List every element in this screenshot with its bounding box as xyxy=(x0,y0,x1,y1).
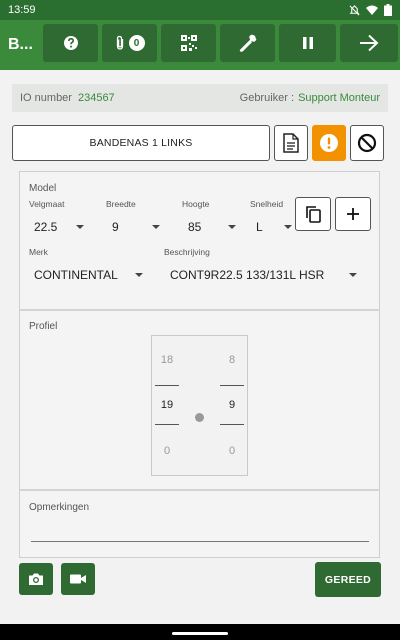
help-icon xyxy=(63,36,78,50)
wrench-icon xyxy=(239,34,256,52)
app-title: B... xyxy=(8,36,33,53)
arrow-right-icon xyxy=(360,34,379,52)
rim-size-value: 22.5 xyxy=(34,220,58,234)
model-section-label: Model xyxy=(29,183,57,194)
next-button[interactable] xyxy=(340,24,398,62)
copy-icon xyxy=(306,206,321,223)
profile-left-value[interactable]: 19 xyxy=(155,399,179,411)
description-value: CONT9R22.5 133/131L HSR xyxy=(170,268,325,282)
video-button[interactable] xyxy=(61,563,95,595)
tools-button[interactable] xyxy=(220,24,275,62)
profile-right-next: 0 xyxy=(228,445,236,457)
copy-button[interactable] xyxy=(295,197,331,231)
profile-left-next: 0 xyxy=(163,445,171,457)
profile-left-prev: 18 xyxy=(160,354,174,366)
profile-right-prev: 8 xyxy=(228,354,236,366)
user-value: Support Monteur xyxy=(298,92,380,104)
speed-value: L xyxy=(256,220,263,234)
paperclip-icon xyxy=(116,35,123,50)
remarks-underline xyxy=(31,541,369,542)
chevron-down-icon xyxy=(152,225,160,229)
tire-position-title[interactable]: BANDENAS 1 LINKS xyxy=(12,125,270,161)
brand-value: CONTINENTAL xyxy=(34,268,118,282)
home-gesture-handle[interactable] xyxy=(172,632,228,635)
remarks-input[interactable] xyxy=(31,518,369,540)
section-divider xyxy=(19,489,380,491)
pause-button[interactable] xyxy=(279,24,336,62)
block-button[interactable] xyxy=(350,125,384,161)
qr-code-icon xyxy=(180,35,197,51)
picker-divider xyxy=(220,424,244,425)
height-label: Hoogte xyxy=(182,199,210,209)
document-button[interactable] xyxy=(274,125,308,161)
description-label: Beschrijving xyxy=(164,247,210,257)
picker-divider xyxy=(155,385,179,386)
chevron-down-icon xyxy=(349,273,357,277)
alert-icon xyxy=(320,134,338,152)
block-icon xyxy=(357,133,377,153)
info-bar: IO number 234567 Gebruiker : Support Mon… xyxy=(12,84,388,112)
chevron-down-icon xyxy=(284,225,292,229)
chevron-down-icon xyxy=(76,225,84,229)
brand-label: Merk xyxy=(29,247,48,257)
width-value: 9 xyxy=(112,220,119,234)
camera-icon xyxy=(29,573,43,585)
mute-icon xyxy=(349,4,360,15)
io-number-value: 234567 xyxy=(77,92,115,104)
done-button[interactable]: GEREED xyxy=(315,562,381,597)
attachment-count-badge: 0 xyxy=(128,35,145,51)
qr-scan-button[interactable] xyxy=(161,24,216,62)
profile-section-label: Profiel xyxy=(29,321,58,332)
chevron-down-icon xyxy=(135,273,143,277)
status-icons xyxy=(349,4,392,16)
picker-divider xyxy=(155,424,179,425)
io-number-label: IO number xyxy=(20,92,72,104)
warning-button[interactable] xyxy=(312,125,346,161)
help-button[interactable] xyxy=(43,24,98,62)
height-value: 85 xyxy=(188,220,202,234)
status-bar: 13:59 xyxy=(0,0,400,20)
battery-icon xyxy=(384,4,392,16)
speed-label: Snelheid xyxy=(250,199,284,209)
plus-icon xyxy=(347,208,359,220)
attachments-button[interactable]: 0 xyxy=(102,24,157,62)
width-label: Breedte xyxy=(106,199,136,209)
add-button[interactable] xyxy=(335,197,371,231)
document-icon xyxy=(283,133,299,153)
user-label: Gebruiker : xyxy=(239,92,295,104)
wifi-icon xyxy=(366,5,378,15)
picker-divider xyxy=(220,385,244,386)
description-select[interactable]: CONT9R22.5 133/131L HSR xyxy=(164,267,364,283)
profile-right-value[interactable]: 9 xyxy=(220,399,244,411)
chevron-down-icon xyxy=(228,225,236,229)
pause-icon xyxy=(302,37,313,49)
decimal-dot xyxy=(195,413,204,422)
rim-size-label: Velgmaat xyxy=(29,199,65,209)
camera-button[interactable] xyxy=(19,563,53,595)
status-time: 13:59 xyxy=(8,4,36,16)
remarks-label: Opmerkingen xyxy=(29,502,90,513)
section-divider xyxy=(19,309,380,311)
video-camera-icon xyxy=(70,574,86,584)
brand-select[interactable]: CONTINENTAL xyxy=(29,267,149,283)
